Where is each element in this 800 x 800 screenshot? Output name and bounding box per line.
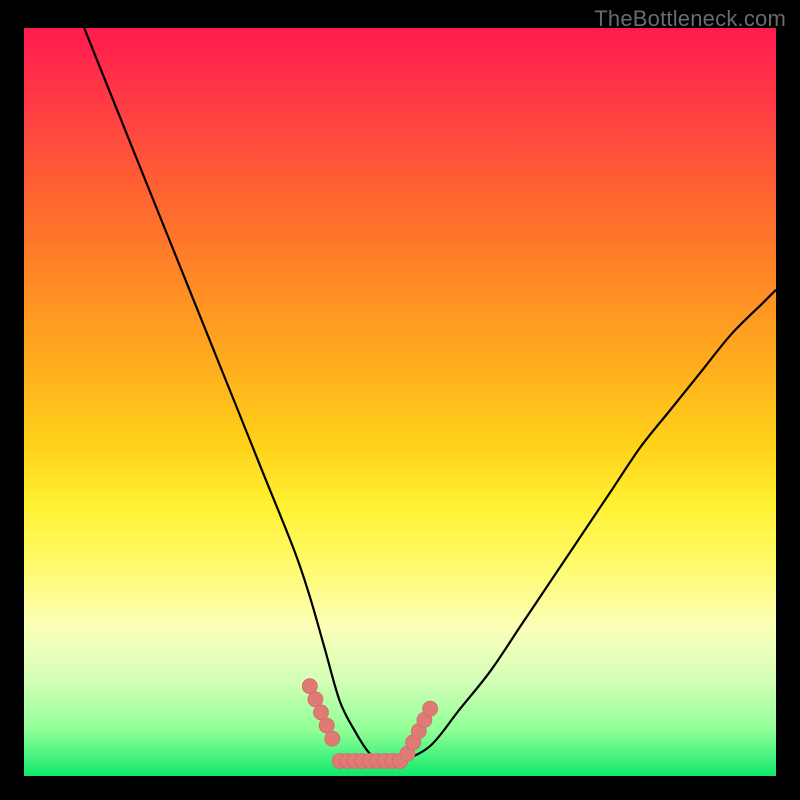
- plot-gradient-background: [24, 28, 776, 776]
- chart-frame: TheBottleneck.com: [0, 0, 800, 800]
- watermark-label: TheBottleneck.com: [594, 6, 786, 32]
